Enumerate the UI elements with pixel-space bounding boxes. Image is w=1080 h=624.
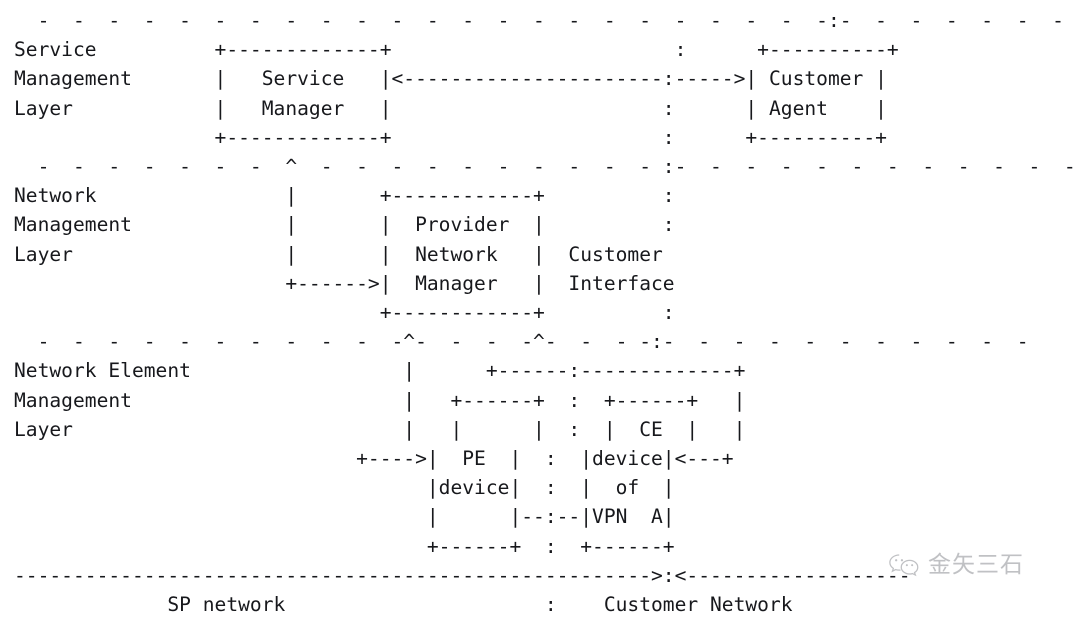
ascii-art-diagram: - - - - - - - - - - - - - - - - - - - - … <box>14 9 1076 617</box>
ascii-diagram-canvas: - - - - - - - - - - - - - - - - - - - - … <box>0 0 1080 624</box>
